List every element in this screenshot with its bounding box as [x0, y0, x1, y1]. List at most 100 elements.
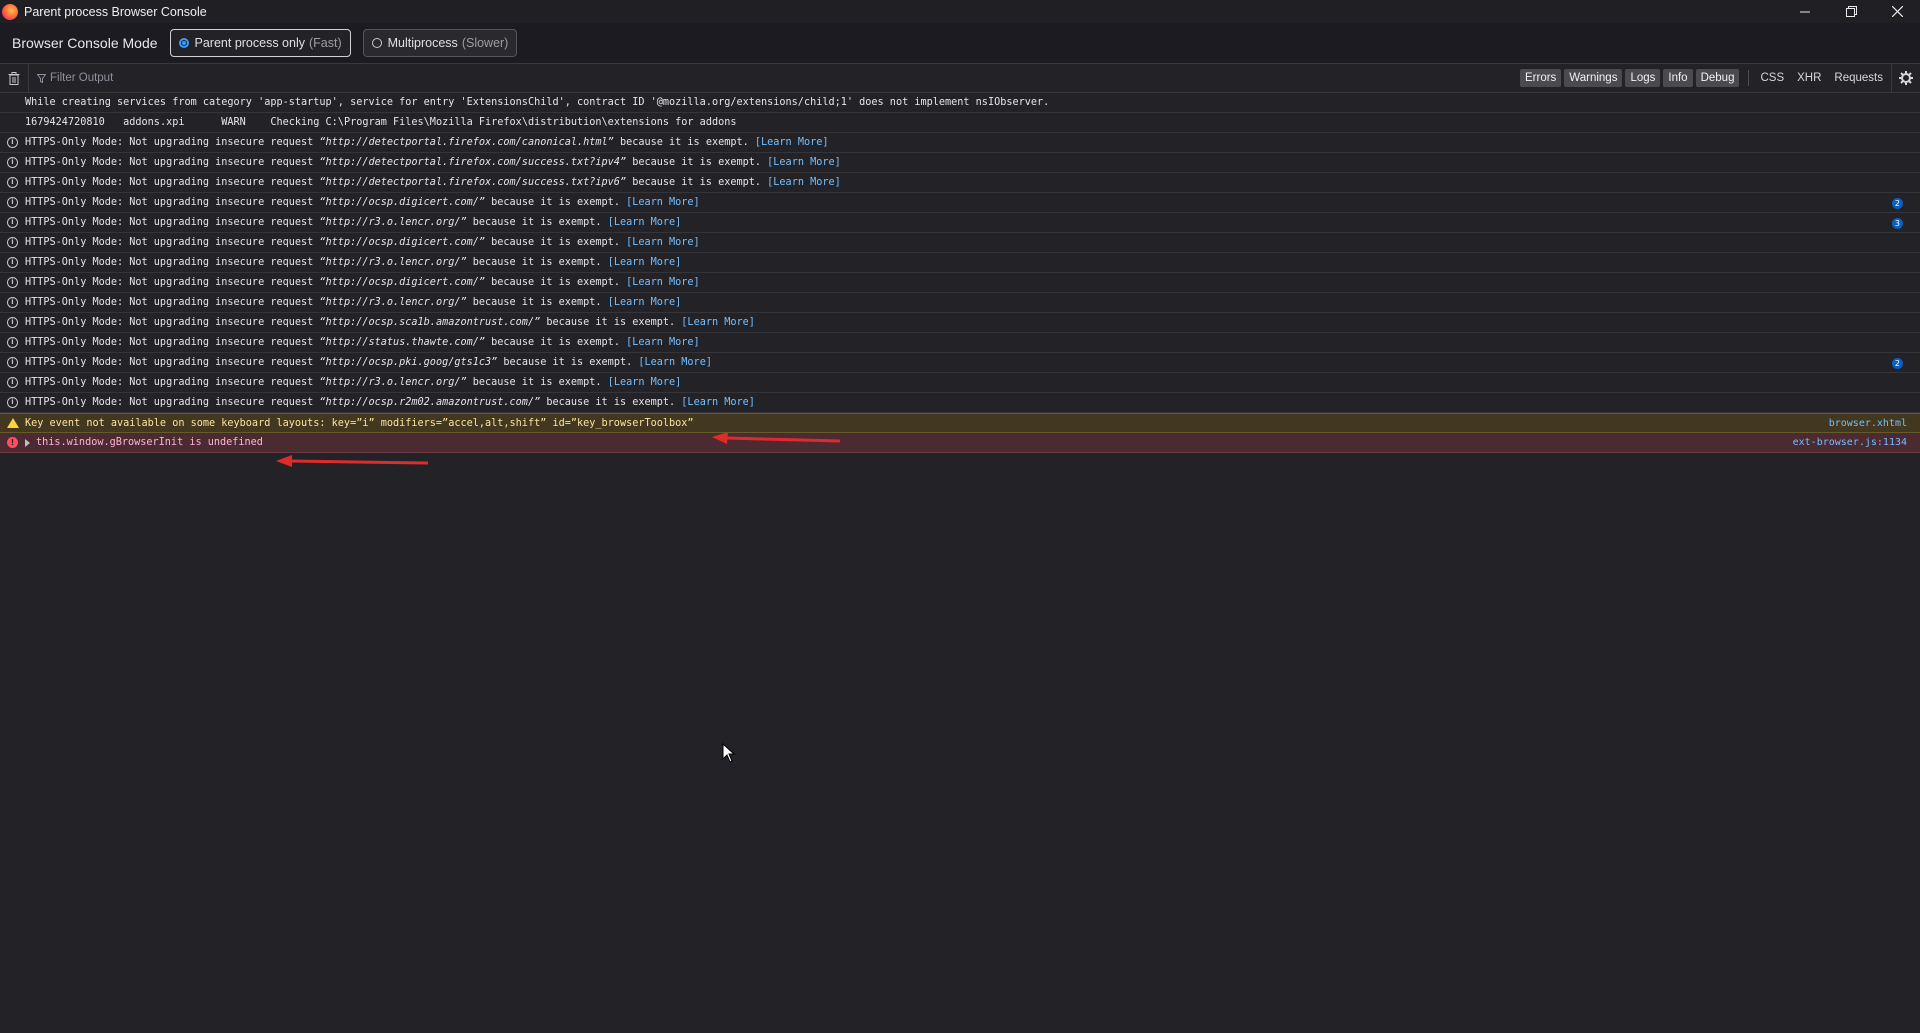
message-url: “http://detectportal.firefox.com/canonic…	[319, 137, 614, 148]
repeat-count-badge: 3	[1891, 218, 1903, 229]
close-button[interactable]	[1874, 0, 1920, 23]
filter-output-input[interactable]: Filter Output	[29, 72, 337, 84]
message-prefix: HTTPS-Only Mode: Not upgrading insecure …	[25, 177, 320, 188]
message-url: “http://status.thawte.com/”	[319, 337, 486, 348]
learn-more-link[interactable]: [Learn More]	[755, 137, 829, 148]
learn-more-link[interactable]: [Learn More]	[681, 397, 755, 408]
log-message: While creating services from category 'a…	[0, 93, 1920, 113]
message-url: “http://ocsp.digicert.com/”	[319, 237, 486, 248]
message-prefix: HTTPS-Only Mode: Not upgrading insecure …	[25, 217, 320, 228]
filter-logs-button[interactable]: Logs	[1625, 69, 1661, 87]
info-message: i HTTPS-Only Mode: Not upgrading insecure…	[0, 253, 1920, 273]
message-suffix: because it is exempt.	[466, 217, 608, 228]
window-title: Parent process Browser Console	[24, 4, 207, 19]
minimize-icon	[1800, 11, 1810, 12]
message-suffix: because it is exempt.	[466, 377, 608, 388]
info-message: i HTTPS-Only Mode: Not upgrading insecure…	[0, 173, 1920, 193]
toolbar-divider	[1748, 70, 1750, 86]
learn-more-link[interactable]: [Learn More]	[626, 337, 700, 348]
info-message: i HTTPS-Only Mode: Not upgrading insecure…	[0, 393, 1920, 413]
window-controls	[1782, 0, 1920, 23]
learn-more-link[interactable]: [Learn More]	[608, 257, 682, 268]
info-icon: i	[7, 217, 18, 228]
info-icon: i	[7, 317, 18, 328]
warning-icon	[6, 418, 19, 428]
expand-arrow-icon[interactable]	[25, 438, 30, 447]
message-prefix: HTTPS-Only Mode: Not upgrading insecure …	[25, 157, 320, 168]
message-url: “http://detectportal.firefox.com/success…	[319, 177, 627, 188]
message-url: “http://r3.o.lencr.org/”	[319, 297, 467, 308]
log-message: 1679424720810 addons.xpi WARN Checking C…	[0, 113, 1920, 133]
info-icon: i	[7, 297, 18, 308]
filter-warnings-button[interactable]: Warnings	[1564, 69, 1623, 87]
message-url: “http://r3.o.lencr.org/”	[319, 217, 467, 228]
firefox-logo-icon	[2, 3, 18, 20]
warning-source-link[interactable]: browser.xhtml	[1829, 418, 1907, 429]
clear-output-button[interactable]	[0, 64, 29, 92]
message-url: “http://r3.o.lencr.org/”	[319, 257, 467, 268]
learn-more-link[interactable]: [Learn More]	[608, 297, 682, 308]
mode-option-hint: (Slower)	[461, 36, 509, 50]
warning-text: Key event not available on some keyboard…	[25, 417, 694, 429]
info-message: i HTTPS-Only Mode: Not upgrading insecure…	[0, 213, 1920, 233]
info-icon: i	[7, 357, 18, 368]
message-prefix: HTTPS-Only Mode: Not upgrading insecure …	[25, 297, 320, 308]
message-suffix: because it is exempt.	[626, 177, 768, 188]
error-source-link[interactable]: ext-browser.js:1134	[1793, 437, 1907, 448]
filter-info-button[interactable]: Info	[1663, 69, 1693, 87]
info-message: i HTTPS-Only Mode: Not upgrading insecure…	[0, 333, 1920, 353]
info-message: i HTTPS-Only Mode: Not upgrading insecure…	[0, 353, 1920, 373]
learn-more-link[interactable]: [Learn More]	[608, 217, 682, 228]
warning-message: Key event not available on some keyboard…	[0, 413, 1920, 433]
filter-debug-button[interactable]: Debug	[1695, 69, 1740, 87]
filter-xhr-button[interactable]: XHR	[1792, 69, 1826, 87]
console-settings-button[interactable]	[1891, 64, 1920, 92]
learn-more-link[interactable]: [Learn More]	[767, 157, 841, 168]
message-prefix: HTTPS-Only Mode: Not upgrading insecure …	[25, 137, 320, 148]
learn-more-link[interactable]: [Learn More]	[681, 317, 755, 328]
console-output: While creating services from category 'a…	[0, 93, 1920, 453]
message-suffix: because it is exempt.	[466, 297, 608, 308]
learn-more-link[interactable]: [Learn More]	[626, 237, 700, 248]
message-url: “http://detectportal.firefox.com/success…	[319, 157, 627, 168]
filter-errors-button[interactable]: Errors	[1519, 69, 1562, 87]
info-icon: i	[7, 157, 18, 168]
info-message: i HTTPS-Only Mode: Not upgrading insecure…	[0, 293, 1920, 313]
message-suffix: because it is exempt.	[540, 397, 682, 408]
minimize-button[interactable]	[1782, 0, 1828, 23]
message-prefix: HTTPS-Only Mode: Not upgrading insecure …	[25, 257, 320, 268]
mode-option-label: Multiprocess	[387, 36, 458, 50]
annotation-arrow-warning	[712, 433, 841, 444]
message-suffix: because it is exempt.	[626, 157, 768, 168]
learn-more-link[interactable]: [Learn More]	[626, 277, 700, 288]
repeat-count-badge: 2	[1891, 198, 1903, 209]
filter-requests-button[interactable]: Requests	[1829, 69, 1888, 87]
learn-more-link[interactable]: [Learn More]	[638, 357, 712, 368]
mode-option-label: Parent process only	[194, 36, 305, 50]
mode-parent-process-only[interactable]: Parent process only (Fast)	[169, 29, 351, 57]
learn-more-link[interactable]: [Learn More]	[767, 177, 841, 188]
learn-more-link[interactable]: [Learn More]	[608, 377, 682, 388]
mouse-cursor-icon	[722, 743, 736, 763]
info-message: i HTTPS-Only Mode: Not upgrading insecure…	[0, 153, 1920, 173]
message-text: While creating services from category 'a…	[25, 97, 1050, 108]
info-message: i HTTPS-Only Mode: Not upgrading insecure…	[0, 313, 1920, 333]
mode-multiprocess[interactable]: Multiprocess (Slower)	[362, 29, 518, 57]
message-prefix: HTTPS-Only Mode: Not upgrading insecure …	[25, 237, 320, 248]
message-text: 1679424720810 addons.xpi WARN Checking C…	[25, 117, 737, 128]
message-suffix: because it is exempt.	[485, 197, 627, 208]
learn-more-link[interactable]: [Learn More]	[626, 197, 700, 208]
mode-option-hint: (Fast)	[309, 36, 342, 50]
console-toolbar: Filter Output Errors Warnings Logs Info …	[0, 64, 1920, 93]
filter-css-button[interactable]: CSS	[1755, 69, 1789, 87]
restore-icon	[1845, 6, 1857, 17]
message-prefix: HTTPS-Only Mode: Not upgrading insecure …	[25, 357, 320, 368]
trash-icon	[8, 71, 20, 85]
radio-unselected-icon	[371, 38, 382, 48]
message-suffix: because it is exempt.	[497, 357, 639, 368]
window-titlebar: Parent process Browser Console	[0, 0, 1920, 23]
info-message: i HTTPS-Only Mode: Not upgrading insecure…	[0, 373, 1920, 393]
error-message[interactable]: ! this.window.gBrowserInit is undefined …	[0, 433, 1920, 453]
restore-button[interactable]	[1828, 0, 1874, 23]
console-mode-bar: Browser Console Mode Parent process only…	[0, 23, 1920, 64]
